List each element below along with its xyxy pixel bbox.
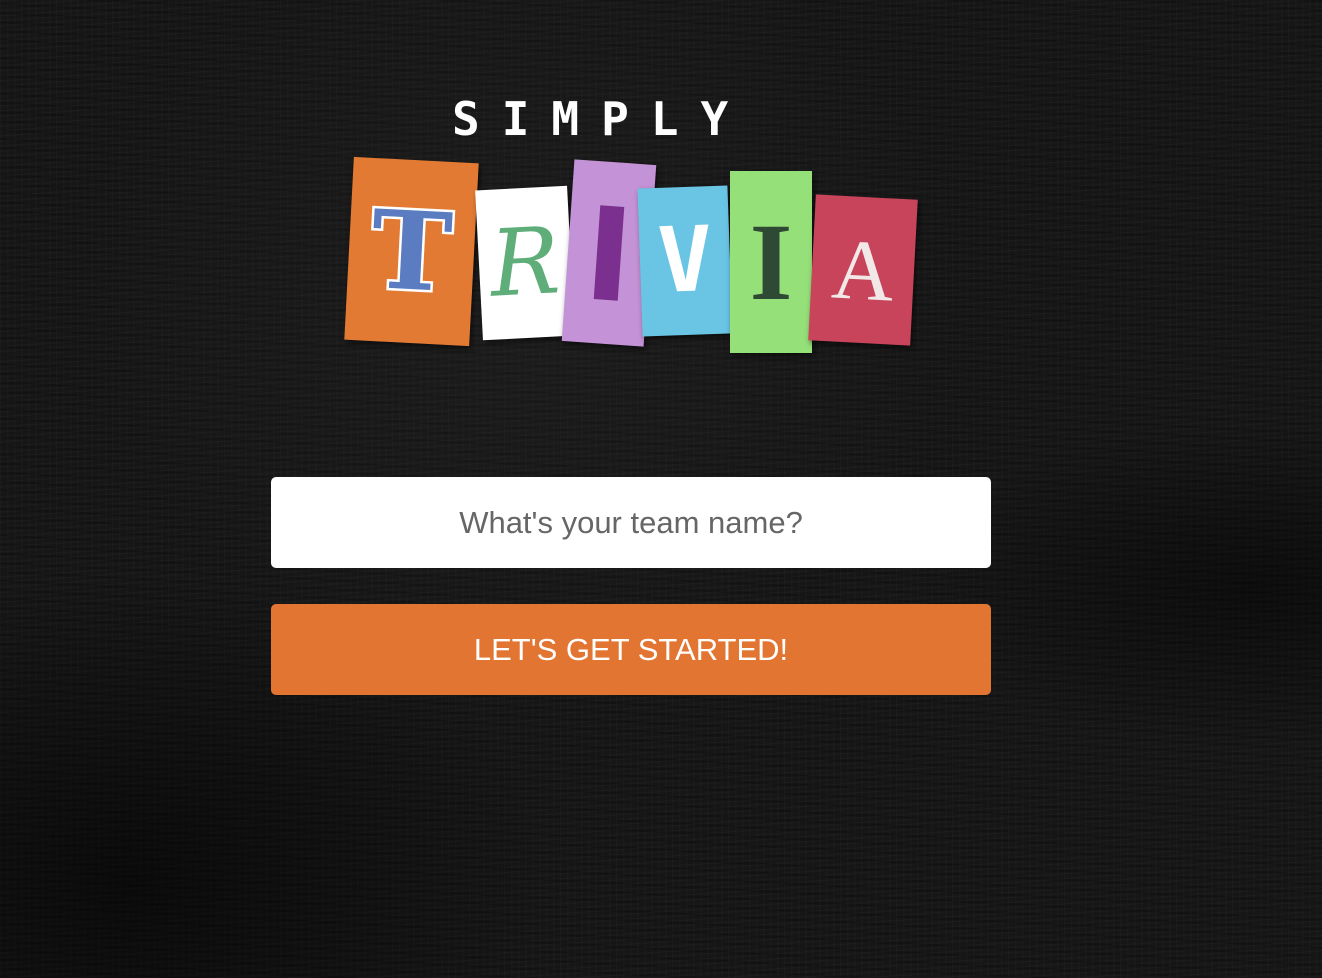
get-started-button[interactable]: LET'S GET STARTED! xyxy=(271,604,991,695)
logo-letter-i: I xyxy=(749,201,793,323)
team-name-input[interactable] xyxy=(271,477,991,568)
logo-letter-a: A xyxy=(829,220,897,320)
logo-letter-t: T xyxy=(366,184,458,319)
logo-tile-t: T xyxy=(344,156,479,347)
logo-letter-i-bar xyxy=(593,205,625,301)
logo-tile-a: A xyxy=(808,194,918,346)
logo-letter-r: R xyxy=(487,207,563,318)
logo-tile-v: V xyxy=(637,185,733,337)
logo-letter-v: V xyxy=(656,207,714,314)
logo-word-simply: SIMPLY xyxy=(452,92,751,146)
simply-trivia-logo: SIMPLY T R V I A xyxy=(340,90,930,365)
logo-tile-r: R xyxy=(475,185,575,341)
logo-tile-i-2: I xyxy=(730,171,812,353)
